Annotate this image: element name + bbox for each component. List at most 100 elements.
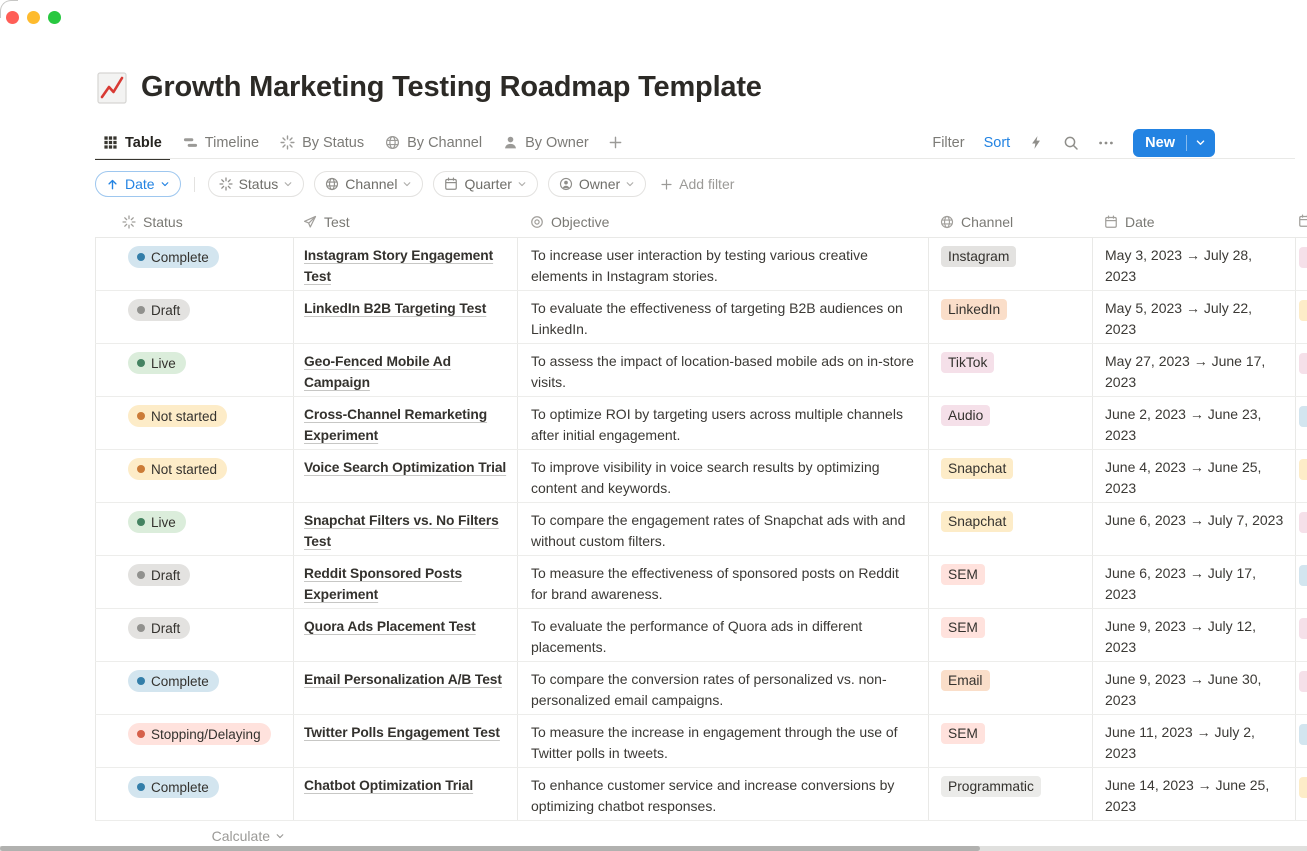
status-badge[interactable]: Complete: [128, 670, 219, 692]
channel-cell[interactable]: Email: [928, 662, 1092, 714]
table-row[interactable]: Live Snapchat Filters vs. No Filters Tes…: [95, 503, 1307, 556]
test-title-link[interactable]: Reddit Sponsored Posts Experiment: [304, 566, 462, 602]
status-cell[interactable]: Not started: [95, 397, 293, 449]
test-title-link[interactable]: Twitter Polls Engagement Test: [304, 725, 500, 740]
table-row[interactable]: Stopping/Delaying Twitter Polls Engageme…: [95, 715, 1307, 768]
objective-cell[interactable]: To compare the engagement rates of Snapc…: [517, 503, 928, 555]
channel-tag[interactable]: TikTok: [941, 352, 994, 373]
filter-chip-quarter[interactable]: Quarter: [433, 171, 537, 197]
table-row[interactable]: Complete Email Personalization A/B Test …: [95, 662, 1307, 715]
column-header-status[interactable]: Status: [95, 214, 293, 230]
column-header-date[interactable]: Date: [1092, 214, 1295, 230]
date-cell[interactable]: June 6, 2023 → July 7, 2023: [1092, 503, 1295, 555]
table-row[interactable]: Draft LinkedIn B2B Targeting Test To eva…: [95, 291, 1307, 344]
status-cell[interactable]: Complete: [95, 662, 293, 714]
table-row[interactable]: Live Geo-Fenced Mobile Ad Campaign To as…: [95, 344, 1307, 397]
status-badge[interactable]: Complete: [128, 246, 219, 268]
test-title-link[interactable]: Quora Ads Placement Test: [304, 619, 476, 634]
channel-cell[interactable]: Snapchat: [928, 450, 1092, 502]
date-cell[interactable]: June 6, 2023 → July 17, 2023: [1092, 556, 1295, 608]
channel-tag[interactable]: Instagram: [941, 246, 1016, 267]
objective-cell[interactable]: To improve visibility in voice search re…: [517, 450, 928, 502]
table-row[interactable]: Not started Voice Search Optimization Tr…: [95, 450, 1307, 503]
status-cell[interactable]: Not started: [95, 450, 293, 502]
status-badge[interactable]: Complete: [128, 776, 219, 798]
table-row[interactable]: Complete Chatbot Optimization Trial To e…: [95, 768, 1307, 821]
channel-cell[interactable]: Instagram: [928, 238, 1092, 290]
test-title-link[interactable]: Email Personalization A/B Test: [304, 672, 502, 687]
filter-chip-status[interactable]: Status: [208, 171, 305, 197]
date-cell[interactable]: June 4, 2023 → June 25, 2023: [1092, 450, 1295, 502]
objective-cell[interactable]: To evaluate the performance of Quora ads…: [517, 609, 928, 661]
date-cell[interactable]: June 11, 2023 → July 2, 2023: [1092, 715, 1295, 767]
objective-cell[interactable]: To compare the conversion rates of perso…: [517, 662, 928, 714]
tab-by-channel[interactable]: By Channel: [377, 126, 490, 159]
test-title-link[interactable]: Cross-Channel Remarketing Experiment: [304, 407, 487, 443]
tab-by-owner[interactable]: By Owner: [495, 126, 597, 159]
test-cell[interactable]: Email Personalization A/B Test: [293, 662, 517, 714]
channel-cell[interactable]: Audio: [928, 397, 1092, 449]
status-badge[interactable]: Draft: [128, 299, 190, 321]
objective-cell[interactable]: To measure the increase in engagement th…: [517, 715, 928, 767]
chevron-down-icon[interactable]: [1187, 137, 1215, 148]
objective-cell[interactable]: To measure the effectiveness of sponsore…: [517, 556, 928, 608]
status-badge[interactable]: Live: [128, 511, 186, 533]
channel-cell[interactable]: LinkedIn: [928, 291, 1092, 343]
channel-tag[interactable]: Audio: [941, 405, 990, 426]
filter-chip-owner[interactable]: Owner: [548, 171, 646, 197]
scrollbar-thumb[interactable]: [0, 846, 980, 851]
status-cell[interactable]: Draft: [95, 556, 293, 608]
test-title-link[interactable]: Instagram Story Engagement Test: [304, 248, 493, 284]
status-cell[interactable]: Live: [95, 344, 293, 396]
status-cell[interactable]: Complete: [95, 768, 293, 820]
column-header-partial[interactable]: [1295, 205, 1307, 238]
test-cell[interactable]: Chatbot Optimization Trial: [293, 768, 517, 820]
test-title-link[interactable]: Chatbot Optimization Trial: [304, 778, 473, 793]
test-cell[interactable]: Voice Search Optimization Trial: [293, 450, 517, 502]
channel-tag[interactable]: LinkedIn: [941, 299, 1007, 320]
channel-cell[interactable]: SEM: [928, 715, 1092, 767]
new-button[interactable]: New: [1133, 129, 1215, 157]
date-cell[interactable]: May 3, 2023 → July 28, 2023: [1092, 238, 1295, 290]
status-badge[interactable]: Live: [128, 352, 186, 374]
status-cell[interactable]: Stopping/Delaying: [95, 715, 293, 767]
date-cell[interactable]: June 14, 2023 → June 25, 2023: [1092, 768, 1295, 820]
channel-tag[interactable]: SEM: [941, 723, 985, 744]
test-cell[interactable]: Reddit Sponsored Posts Experiment: [293, 556, 517, 608]
search-icon[interactable]: [1063, 135, 1079, 151]
status-cell[interactable]: Draft: [95, 291, 293, 343]
status-cell[interactable]: Complete: [95, 238, 293, 290]
test-cell[interactable]: LinkedIn B2B Targeting Test: [293, 291, 517, 343]
close-button[interactable]: [6, 11, 19, 24]
filter-button[interactable]: Filter: [932, 135, 964, 151]
table-row[interactable]: Complete Instagram Story Engagement Test…: [95, 238, 1307, 291]
test-cell[interactable]: Twitter Polls Engagement Test: [293, 715, 517, 767]
channel-tag[interactable]: SEM: [941, 617, 985, 638]
date-cell[interactable]: June 9, 2023 → June 30, 2023: [1092, 662, 1295, 714]
channel-tag[interactable]: Programmatic: [941, 776, 1041, 797]
page-title[interactable]: Growth Marketing Testing Roadmap Templat…: [141, 71, 762, 104]
status-badge[interactable]: Stopping/Delaying: [128, 723, 271, 745]
column-header-channel[interactable]: Channel: [928, 214, 1092, 230]
test-title-link[interactable]: Snapchat Filters vs. No Filters Test: [304, 513, 499, 549]
test-cell[interactable]: Cross-Channel Remarketing Experiment: [293, 397, 517, 449]
add-filter-button[interactable]: Add filter: [660, 176, 734, 192]
status-cell[interactable]: Draft: [95, 609, 293, 661]
table-row[interactable]: Not started Cross-Channel Remarketing Ex…: [95, 397, 1307, 450]
status-badge[interactable]: Draft: [128, 617, 190, 639]
objective-cell[interactable]: To optimize ROI by targeting users acros…: [517, 397, 928, 449]
table-row[interactable]: Draft Reddit Sponsored Posts Experiment …: [95, 556, 1307, 609]
zoom-button[interactable]: [48, 11, 61, 24]
column-header-test[interactable]: Test: [293, 214, 517, 230]
ellipsis-icon[interactable]: [1098, 135, 1114, 151]
date-cell[interactable]: June 9, 2023 → July 12, 2023: [1092, 609, 1295, 661]
sort-button[interactable]: Sort: [984, 135, 1011, 151]
test-title-link[interactable]: Voice Search Optimization Trial: [304, 460, 506, 475]
test-cell[interactable]: Geo-Fenced Mobile Ad Campaign: [293, 344, 517, 396]
objective-cell[interactable]: To increase user interaction by testing …: [517, 238, 928, 290]
status-badge[interactable]: Not started: [128, 458, 227, 480]
horizontal-scrollbar[interactable]: [0, 846, 1307, 851]
date-cell[interactable]: May 27, 2023 → June 17, 2023: [1092, 344, 1295, 396]
objective-cell[interactable]: To evaluate the effectiveness of targeti…: [517, 291, 928, 343]
lightning-icon[interactable]: [1029, 135, 1044, 150]
